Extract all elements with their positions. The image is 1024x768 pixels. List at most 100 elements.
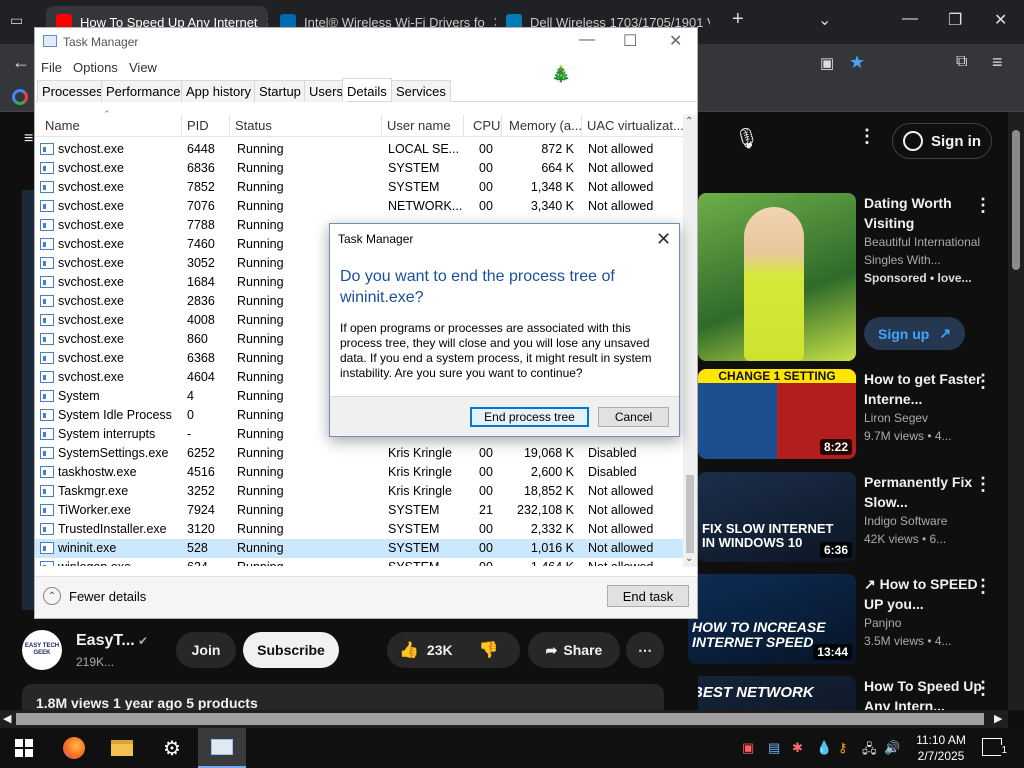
video-thumbnail[interactable]: BEST NETWORK xyxy=(698,676,856,710)
related-video-ad[interactable]: Dating Worth Visiting Beautiful Internat… xyxy=(698,193,1008,363)
col-memory[interactable]: Memory (a... xyxy=(509,118,582,133)
video-more-icon[interactable]: ⋮ xyxy=(974,678,992,699)
channel-avatar[interactable]: EASY TECH GEEK xyxy=(22,630,62,670)
channel-name[interactable]: Liron Segev xyxy=(864,409,984,427)
share-button[interactable]: ➦ Share xyxy=(528,632,620,668)
video-title[interactable]: How to get Faster Interne... xyxy=(864,369,984,409)
video-more-icon[interactable]: ⋮ xyxy=(974,576,992,597)
process-list-scrollbar[interactable]: ⌃ ⌄ xyxy=(683,115,697,567)
tab-processes[interactable]: Processes xyxy=(37,80,108,102)
dislike-icon[interactable]: 👎 xyxy=(479,640,499,660)
video-title[interactable]: Dating Worth Visiting xyxy=(864,193,984,233)
horizontal-scroll-thumb[interactable] xyxy=(16,713,984,725)
scroll-right-icon[interactable]: ▶ xyxy=(994,712,1002,725)
tray-security-icon[interactable]: ▣ xyxy=(742,740,754,756)
extensions-icon[interactable]: ⧉ xyxy=(956,53,967,71)
menu-view[interactable]: View xyxy=(129,60,157,75)
video-thumbnail[interactable]: CHANGE 1 SETTING 8:22 xyxy=(698,369,856,459)
google-icon[interactable] xyxy=(12,89,28,105)
scroll-left-icon[interactable]: ◀ xyxy=(3,712,11,725)
scroll-down-icon[interactable]: ⌄ xyxy=(685,553,693,564)
new-tab-button[interactable]: + xyxy=(732,8,744,31)
related-video[interactable]: BEST NETWORK How To Speed Up Any Intern.… xyxy=(698,676,1008,710)
video-title[interactable]: Permanently Fix Slow... xyxy=(864,472,984,512)
process-row[interactable]: taskhostw.exe 4516 Running Kris Kringle 00 2,… xyxy=(35,463,683,482)
tab-app-history[interactable]: App history xyxy=(181,80,257,102)
tray-key-icon[interactable]: ⚷ xyxy=(838,740,848,756)
tab-list-chevron-icon[interactable]: ⌄ xyxy=(818,10,831,30)
cast-icon[interactable]: ▣ xyxy=(820,54,834,72)
tab-startup[interactable]: Startup xyxy=(254,80,306,102)
col-cpu[interactable]: CPU xyxy=(473,118,500,133)
process-row[interactable]: svchost.exe 6448 Running LOCAL SE... 00 872 K… xyxy=(35,140,683,159)
like-count[interactable]: 23K xyxy=(427,642,453,658)
end-task-button[interactable]: End task xyxy=(607,585,689,607)
notification-center-button[interactable]: 1 xyxy=(982,738,1007,756)
channel-name[interactable]: EasyT... xyxy=(76,632,135,650)
col-pid[interactable]: PID xyxy=(187,118,209,133)
task-manager-titlebar[interactable]: Task Manager — ☐ ✕ 🎄 xyxy=(35,28,697,83)
video-title[interactable]: ↗ How to SPEED UP you... xyxy=(864,574,984,614)
page-vertical-scrollbar[interactable] xyxy=(1008,112,1024,710)
maximize-icon[interactable]: ☐ xyxy=(623,31,637,51)
more-actions-button[interactable]: ⋯ xyxy=(626,632,664,668)
bookmark-star-icon[interactable]: ★ xyxy=(849,52,865,73)
related-video[interactable]: CHANGE 1 SETTING 8:22 How to get Faster … xyxy=(698,369,1008,465)
menu-options[interactable]: Options xyxy=(73,60,118,75)
firefox-taskbar-button[interactable] xyxy=(50,728,98,768)
file-explorer-taskbar-button[interactable] xyxy=(98,728,146,768)
restore-button[interactable]: ❐ xyxy=(948,10,962,30)
channel-name[interactable]: Indigo Software xyxy=(864,512,984,530)
process-row[interactable]: TrustedInstaller.exe 3120 Running SYSTEM 00 2… xyxy=(35,520,683,539)
channel-name[interactable]: Panjno xyxy=(864,614,984,632)
video-more-icon[interactable]: ⋮ xyxy=(974,195,992,216)
sign-in-button[interactable]: Sign in xyxy=(892,123,992,159)
col-name[interactable]: Name xyxy=(45,118,80,133)
subscribe-button[interactable]: Subscribe xyxy=(243,632,339,668)
fewer-details-toggle[interactable]: ⌃ Fewer details xyxy=(43,587,146,605)
column-divider[interactable] xyxy=(381,115,382,137)
process-row[interactable]: svchost.exe 7076 Running NETWORK... 00 3,340 … xyxy=(35,197,683,216)
close-window-button[interactable]: ✕ xyxy=(994,10,1007,30)
voice-search-icon[interactable]: 🎙 xyxy=(734,126,759,151)
vertical-scroll-thumb[interactable] xyxy=(1012,130,1020,270)
task-manager-taskbar-button[interactable] xyxy=(198,728,246,768)
menu-file[interactable]: File xyxy=(41,60,62,75)
tray-drop-icon[interactable]: 💧 xyxy=(816,740,832,756)
related-video[interactable]: FIX SLOW INTERNET IN WINDOWS 10 6:36 Per… xyxy=(698,472,1008,568)
process-row[interactable]: svchost.exe 7852 Running SYSTEM 00 1,348 K Not… xyxy=(35,178,683,197)
column-divider[interactable] xyxy=(463,115,464,137)
process-row[interactable]: Taskmgr.exe 3252 Running Kris Kringle 00 18,8… xyxy=(35,482,683,501)
tab-search-icon[interactable]: ▭ xyxy=(10,12,23,29)
settings-taskbar-button[interactable]: ⚙ xyxy=(148,728,196,768)
tray-alert-icon[interactable]: ✱ xyxy=(792,740,803,756)
video-more-icon[interactable]: ⋮ xyxy=(974,371,992,392)
col-uac[interactable]: UAC virtualizat... xyxy=(587,118,684,133)
tab-details[interactable]: Details xyxy=(342,78,392,101)
back-arrow-icon[interactable]: ← xyxy=(12,52,30,73)
dialog-close-icon[interactable]: ✕ xyxy=(656,229,671,250)
hamburger-menu-icon[interactable]: ≡ xyxy=(24,130,33,148)
tray-network-icon[interactable]: 🖧 xyxy=(862,740,877,762)
process-row[interactable]: TiWorker.exe 7924 Running SYSTEM 21 232,108 K… xyxy=(35,501,683,520)
tray-volume-icon[interactable]: 🔊 xyxy=(884,740,900,756)
related-video[interactable]: HOW TO INCREASE INTERNET SPEED 13:44 ↗ H… xyxy=(688,574,1008,670)
video-thumbnail[interactable]: HOW TO INCREASE INTERNET SPEED 13:44 xyxy=(688,574,856,664)
close-icon[interactable]: ✕ xyxy=(669,31,682,51)
video-title[interactable]: How To Speed Up Any Intern... xyxy=(864,676,984,710)
video-thumbnail[interactable]: FIX SLOW INTERNET IN WINDOWS 10 6:36 xyxy=(698,472,856,562)
process-row[interactable]: SystemSettings.exe 6252 Running Kris Kringl… xyxy=(35,444,683,463)
menu-icon[interactable]: ≡ xyxy=(992,52,1003,73)
taskbar-clock[interactable]: 11:10 AM 2/7/2025 xyxy=(906,732,976,764)
scroll-up-icon[interactable]: ⌃ xyxy=(685,116,693,127)
column-divider[interactable] xyxy=(581,115,582,137)
scroll-thumb[interactable] xyxy=(686,475,694,553)
column-divider[interactable] xyxy=(181,115,182,137)
page-horizontal-scrollbar[interactable]: ◀ ▶ xyxy=(0,710,1008,728)
process-row[interactable]: wininit.exe 528 Running SYSTEM 00 1,016 K Not … xyxy=(35,539,683,558)
col-user-name[interactable]: User name xyxy=(387,118,451,133)
like-icon[interactable]: 👍 xyxy=(399,640,419,660)
column-divider[interactable] xyxy=(229,115,230,137)
start-button[interactable] xyxy=(0,728,48,768)
video-more-icon[interactable]: ⋮ xyxy=(974,474,992,495)
